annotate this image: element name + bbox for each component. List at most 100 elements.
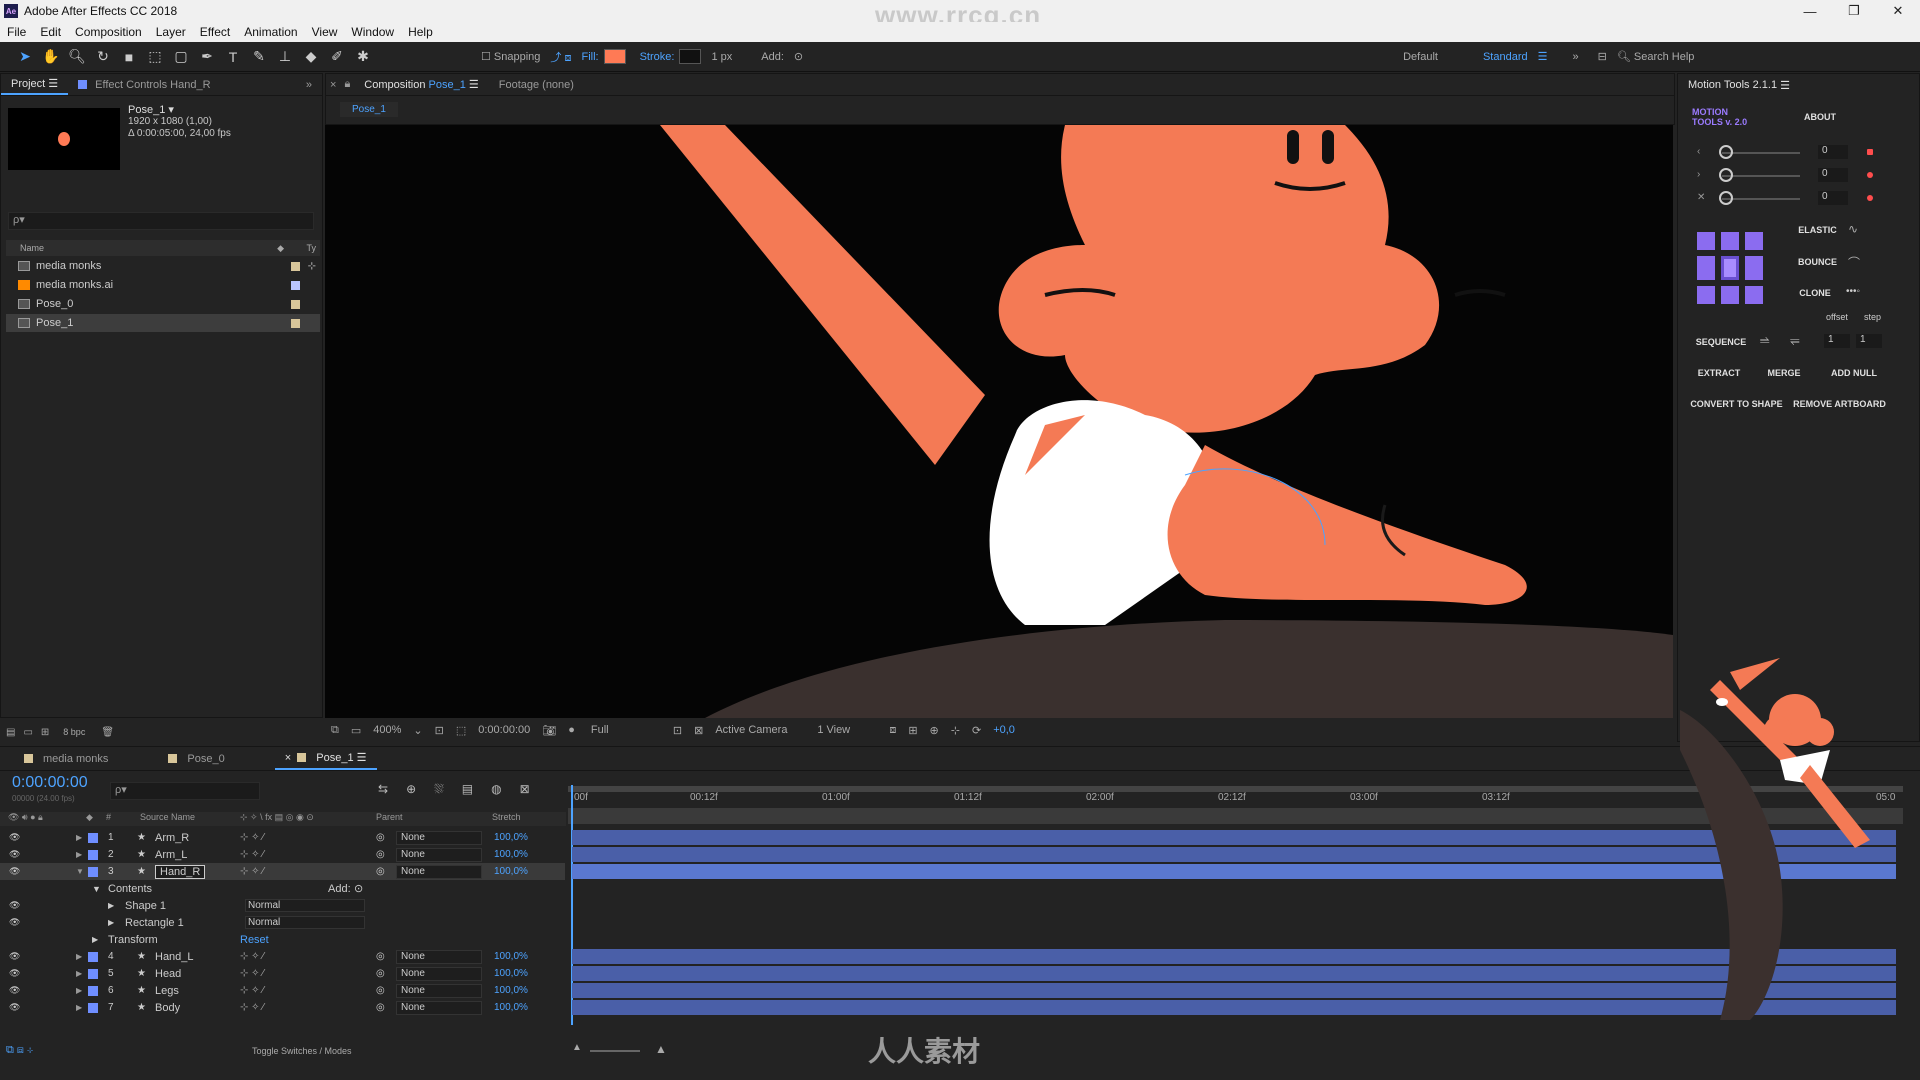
- list-item[interactable]: Pose_0: [6, 295, 320, 313]
- ease-in-value[interactable]: 0: [1818, 145, 1848, 159]
- menu-window[interactable]: Window: [344, 25, 401, 39]
- expand-arrow-icon[interactable]: ▶: [76, 833, 82, 842]
- keyframe-marker[interactable]: [1867, 149, 1873, 155]
- parent-dropdown[interactable]: None: [396, 830, 482, 845]
- expand-arrow-icon[interactable]: ▶: [108, 901, 114, 910]
- eraser-tool-icon[interactable]: ◆: [299, 46, 323, 68]
- rotate-tool-icon[interactable]: ↻: [91, 46, 115, 68]
- anchor-cell[interactable]: [1721, 232, 1739, 250]
- elastic-button[interactable]: ELASTIC: [1795, 225, 1840, 235]
- ease-in-knob[interactable]: [1719, 145, 1733, 159]
- property-row[interactable]: ▶ Transform Reset: [0, 931, 565, 948]
- shape-group-name[interactable]: Rectangle 1: [125, 917, 184, 929]
- workspace-default[interactable]: Default: [1403, 51, 1438, 63]
- expand-arrow-icon[interactable]: ▶: [76, 969, 82, 978]
- stretch-value[interactable]: 100,0%: [494, 866, 528, 877]
- zoom-in-icon[interactable]: ▲: [655, 1042, 667, 1056]
- sequence-offset-input[interactable]: 1: [1824, 334, 1850, 348]
- layer-name[interactable]: Hand_L: [155, 951, 194, 963]
- pickwhip-icon[interactable]: ◎: [376, 832, 385, 843]
- toggle-switches-modes[interactable]: Toggle Switches / Modes: [252, 1046, 352, 1056]
- menu-effect[interactable]: Effect: [193, 25, 237, 39]
- snapshot-icon[interactable]: ⧉: [331, 724, 339, 737]
- property-row[interactable]: 👁︎ ▶ Shape 1 Normal: [0, 897, 565, 914]
- snap-options-icon[interactable]: ⤴ ⧈: [550, 49, 571, 65]
- project-search-input[interactable]: ρ▾: [8, 212, 314, 230]
- tab-effect-controls[interactable]: Effect Controls Hand_R: [68, 74, 220, 95]
- fit-icon[interactable]: ⊡: [435, 724, 444, 737]
- visibility-eye-icon[interactable]: 👁︎: [9, 849, 20, 860]
- exposure-value[interactable]: +0,0: [993, 724, 1015, 736]
- frame-blending-icon[interactable]: ▤: [462, 782, 473, 797]
- tab-pose-1[interactable]: × Pose_1 ☰: [274, 747, 377, 770]
- anchor-cell[interactable]: [1721, 256, 1739, 280]
- parent-dropdown[interactable]: None: [396, 949, 482, 964]
- stretch-value[interactable]: 100,0%: [494, 968, 528, 979]
- label-color[interactable]: [291, 318, 300, 328]
- table-row-selected[interactable]: 👁︎ ▼ 3 ★ Hand_R ⊹ ✧ ⁄ ◎ None 100,0%: [0, 863, 565, 880]
- anchor-cell[interactable]: [1697, 256, 1715, 280]
- close-tab-icon[interactable]: ×: [326, 74, 340, 95]
- snapping-checkbox[interactable]: ☐ Snapping: [481, 50, 540, 63]
- toggle-3d-icon[interactable]: ⊞: [908, 724, 917, 737]
- anchor-cell[interactable]: [1697, 232, 1715, 250]
- tab-project[interactable]: Project ☰: [1, 74, 69, 95]
- extract-button[interactable]: EXTRACT: [1693, 368, 1745, 378]
- draft-3d-icon[interactable]: ⊕: [930, 724, 939, 737]
- list-item[interactable]: media monks ⊹: [6, 257, 320, 275]
- property-row[interactable]: ▼ Contents Add: ⊙: [0, 880, 565, 897]
- transparency-grid-icon[interactable]: ⊠: [694, 724, 703, 737]
- comp-flowchart-tab[interactable]: Pose_1: [340, 102, 398, 117]
- layer-label-color[interactable]: [88, 951, 98, 962]
- stroke-width[interactable]: 1 px: [711, 51, 732, 63]
- layer-switches[interactable]: ⊹ ✧ ⁄: [240, 951, 264, 962]
- roto-brush-tool-icon[interactable]: ✐: [325, 46, 349, 68]
- ease-out-slider[interactable]: [1722, 175, 1800, 177]
- expand-arrow-icon[interactable]: ▶: [76, 1003, 82, 1012]
- label-col-icon[interactable]: ◆: [277, 243, 284, 254]
- region-icon[interactable]: ▭: [351, 724, 361, 737]
- stretch-value[interactable]: 100,0%: [494, 832, 528, 843]
- layer-name[interactable]: Body: [155, 1002, 180, 1014]
- pen-tool-icon[interactable]: ✒: [195, 46, 219, 68]
- pickwhip-icon[interactable]: ◎: [376, 985, 385, 996]
- zoom-out-icon[interactable]: ▲: [572, 1042, 582, 1053]
- layer-label-color[interactable]: [88, 832, 98, 843]
- layer-switches[interactable]: ⊹ ✧ ⁄: [240, 849, 264, 860]
- layer-name[interactable]: Arm_R: [155, 832, 189, 844]
- visibility-eye-icon[interactable]: 👁︎: [9, 951, 20, 962]
- menu-animation[interactable]: Animation: [237, 25, 304, 39]
- menu-composition[interactable]: Composition: [68, 25, 149, 39]
- comp-mini-flowchart-icon[interactable]: ⇆: [378, 782, 388, 797]
- table-row[interactable]: 👁︎ ▶ 2 ★ Arm_L ⊹ ✧ ⁄ ◎ None 100,0%: [0, 846, 565, 863]
- search-help-field[interactable]: 🔍︎ Search Help: [1617, 50, 1695, 63]
- visibility-eye-icon[interactable]: 👁︎: [9, 968, 20, 979]
- about-button[interactable]: ABOUT: [1790, 112, 1850, 122]
- layer-label-color[interactable]: [88, 866, 98, 877]
- label-color[interactable]: [291, 280, 300, 290]
- expand-arrow-icon[interactable]: ▶: [92, 935, 98, 944]
- panel-expand-icon[interactable]: »: [296, 74, 322, 95]
- menu-layer[interactable]: Layer: [149, 25, 193, 39]
- interpret-footage-icon[interactable]: ▤: [6, 727, 15, 738]
- keyframe-marker[interactable]: [1867, 195, 1873, 201]
- layer-switches[interactable]: ⊹ ✧ ⁄: [240, 866, 264, 877]
- list-item[interactable]: media monks.ai: [6, 276, 320, 294]
- zoom-chevron-icon[interactable]: ⌄: [413, 724, 422, 737]
- layer-name[interactable]: Legs: [155, 985, 179, 997]
- col-source-name[interactable]: Source Name: [140, 812, 195, 822]
- workspace-menu-icon[interactable]: ☰: [1538, 50, 1548, 63]
- ease-both-slider[interactable]: [1722, 198, 1800, 200]
- shape-group-name[interactable]: Shape 1: [125, 900, 166, 912]
- visibility-eye-icon[interactable]: 👁︎: [9, 1002, 20, 1013]
- label-color[interactable]: [291, 261, 300, 271]
- anchor-cell[interactable]: [1745, 286, 1763, 304]
- sequence-button[interactable]: SEQUENCE: [1693, 337, 1749, 347]
- clone-stamp-tool-icon[interactable]: ⊥: [273, 46, 297, 68]
- flowchart-icon[interactable]: ⊹: [951, 724, 960, 737]
- menu-edit[interactable]: Edit: [33, 25, 68, 39]
- property-row[interactable]: 👁︎ ▶ Rectangle 1 Normal: [0, 914, 565, 931]
- visibility-eye-icon[interactable]: 👁︎: [9, 900, 20, 911]
- trash-icon[interactable]: 🗑︎: [101, 727, 114, 738]
- stretch-value[interactable]: 100,0%: [494, 849, 528, 860]
